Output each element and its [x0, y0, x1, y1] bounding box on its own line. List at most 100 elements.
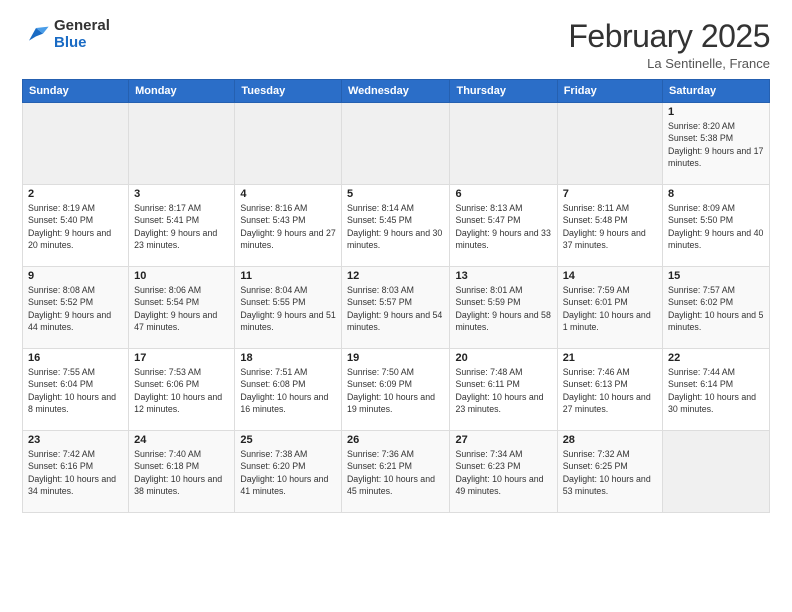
table-row: [23, 103, 129, 185]
day-info: Sunrise: 7:34 AM Sunset: 6:23 PM Dayligh…: [455, 448, 551, 497]
table-row: [341, 103, 450, 185]
day-number: 5: [347, 188, 445, 200]
calendar-week-2: 9 Sunrise: 8:08 AM Sunset: 5:52 PM Daylig…: [23, 267, 770, 349]
day-info: Sunrise: 8:06 AM Sunset: 5:54 PM Dayligh…: [134, 284, 229, 333]
day-number: 21: [563, 352, 657, 364]
table-row: 14Sunrise: 7:59 AM Sunset: 6:01 PM Dayli…: [557, 267, 662, 349]
table-row: 17 Sunrise: 7:53 AM Sunset: 6:06 PM Dayli…: [129, 349, 235, 431]
col-sunday: Sunday: [23, 80, 129, 103]
day-info: Sunrise: 7:48 AM Sunset: 6:11 PM Dayligh…: [455, 366, 551, 415]
day-info: Sunrise: 8:08 AM Sunset: 5:52 PM Dayligh…: [28, 284, 123, 333]
day-number: 9: [28, 270, 123, 282]
table-row: 22 Sunrise: 7:44 AM Sunset: 6:14 PM Dayli…: [663, 349, 770, 431]
day-number: 3: [134, 188, 229, 200]
col-tuesday: Tuesday: [235, 80, 342, 103]
day-info: Sunrise: 8:11 AM Sunset: 5:48 PM Dayligh…: [563, 202, 657, 251]
table-row: 27Sunrise: 7:34 AM Sunset: 6:23 PM Dayli…: [450, 431, 557, 513]
col-wednesday: Wednesday: [341, 80, 450, 103]
table-row: 18 Sunrise: 7:51 AM Sunset: 6:08 PM Dayli…: [235, 349, 342, 431]
month-title: February 2025: [568, 18, 770, 55]
day-info: Sunrise: 7:36 AM Sunset: 6:21 PM Dayligh…: [347, 448, 445, 497]
table-row: 6Sunrise: 8:13 AM Sunset: 5:47 PM Daylig…: [450, 185, 557, 267]
table-row: 11 Sunrise: 8:04 AM Sunset: 5:55 PM Dayli…: [235, 267, 342, 349]
day-number: 28: [563, 434, 657, 446]
day-number: 17: [134, 352, 229, 364]
day-number: 11: [240, 270, 336, 282]
day-number: 10: [134, 270, 229, 282]
day-info: Sunrise: 8:19 AM Sunset: 5:40 PM Dayligh…: [28, 202, 123, 251]
table-row: 15 Sunrise: 7:57 AM Sunset: 6:02 PM Dayli…: [663, 267, 770, 349]
day-info: Sunrise: 7:50 AM Sunset: 6:09 PM Dayligh…: [347, 366, 445, 415]
table-row: [450, 103, 557, 185]
day-info: Sunrise: 7:51 AM Sunset: 6:08 PM Dayligh…: [240, 366, 336, 415]
table-row: 9 Sunrise: 8:08 AM Sunset: 5:52 PM Daylig…: [23, 267, 129, 349]
col-saturday: Saturday: [663, 80, 770, 103]
table-row: 26 Sunrise: 7:36 AM Sunset: 6:21 PM Dayli…: [341, 431, 450, 513]
col-monday: Monday: [129, 80, 235, 103]
logo-general: General: [54, 18, 110, 35]
day-number: 18: [240, 352, 336, 364]
table-row: 24Sunrise: 7:40 AM Sunset: 6:18 PM Dayli…: [129, 431, 235, 513]
calendar: Sunday Monday Tuesday Wednesday Thursday…: [22, 79, 770, 513]
day-number: 19: [347, 352, 445, 364]
day-number: 23: [28, 434, 123, 446]
day-info: Sunrise: 8:20 AM Sunset: 5:38 PM Dayligh…: [668, 120, 764, 169]
day-number: 4: [240, 188, 336, 200]
day-number: 8: [668, 188, 764, 200]
day-info: Sunrise: 8:14 AM Sunset: 5:45 PM Dayligh…: [347, 202, 445, 251]
day-number: 22: [668, 352, 764, 364]
table-row: 5 Sunrise: 8:14 AM Sunset: 5:45 PM Daylig…: [341, 185, 450, 267]
table-row: 13 Sunrise: 8:01 AM Sunset: 5:59 PM Dayli…: [450, 267, 557, 349]
calendar-header-row: Sunday Monday Tuesday Wednesday Thursday…: [23, 80, 770, 103]
table-row: [663, 431, 770, 513]
day-info: Sunrise: 7:59 AM Sunset: 6:01 PM Dayligh…: [563, 284, 657, 333]
table-row: [557, 103, 662, 185]
day-number: 7: [563, 188, 657, 200]
table-row: 28 Sunrise: 7:32 AM Sunset: 6:25 PM Dayli…: [557, 431, 662, 513]
logo: General Blue: [22, 18, 110, 51]
day-info: Sunrise: 7:38 AM Sunset: 6:20 PM Dayligh…: [240, 448, 336, 497]
table-row: 12 Sunrise: 8:03 AM Sunset: 5:57 PM Dayli…: [341, 267, 450, 349]
day-number: 13: [455, 270, 551, 282]
table-row: 4Sunrise: 8:16 AM Sunset: 5:43 PM Daylig…: [235, 185, 342, 267]
location: La Sentinelle, France: [568, 56, 770, 71]
table-row: [235, 103, 342, 185]
logo-blue: Blue: [54, 35, 110, 52]
page: General Blue February 2025 La Sentinelle…: [0, 0, 792, 612]
logo-bird-icon: [22, 21, 50, 49]
calendar-week-0: 1 Sunrise: 8:20 AM Sunset: 5:38 PM Daylig…: [23, 103, 770, 185]
day-info: Sunrise: 7:44 AM Sunset: 6:14 PM Dayligh…: [668, 366, 764, 415]
table-row: 8Sunrise: 8:09 AM Sunset: 5:50 PM Daylig…: [663, 185, 770, 267]
day-number: 20: [455, 352, 551, 364]
table-row: 7 Sunrise: 8:11 AM Sunset: 5:48 PM Daylig…: [557, 185, 662, 267]
table-row: [129, 103, 235, 185]
day-number: 26: [347, 434, 445, 446]
day-info: Sunrise: 7:57 AM Sunset: 6:02 PM Dayligh…: [668, 284, 764, 333]
day-number: 16: [28, 352, 123, 364]
day-number: 25: [240, 434, 336, 446]
day-info: Sunrise: 7:53 AM Sunset: 6:06 PM Dayligh…: [134, 366, 229, 415]
day-number: 6: [455, 188, 551, 200]
table-row: 10 Sunrise: 8:06 AM Sunset: 5:54 PM Dayli…: [129, 267, 235, 349]
table-row: 21 Sunrise: 7:46 AM Sunset: 6:13 PM Dayli…: [557, 349, 662, 431]
calendar-week-4: 23Sunrise: 7:42 AM Sunset: 6:16 PM Dayli…: [23, 431, 770, 513]
header: General Blue February 2025 La Sentinelle…: [22, 18, 770, 71]
table-row: 20 Sunrise: 7:48 AM Sunset: 6:11 PM Dayli…: [450, 349, 557, 431]
day-info: Sunrise: 8:03 AM Sunset: 5:57 PM Dayligh…: [347, 284, 445, 333]
table-row: 1 Sunrise: 8:20 AM Sunset: 5:38 PM Daylig…: [663, 103, 770, 185]
day-number: 15: [668, 270, 764, 282]
table-row: 16Sunrise: 7:55 AM Sunset: 6:04 PM Dayli…: [23, 349, 129, 431]
day-number: 12: [347, 270, 445, 282]
day-info: Sunrise: 8:17 AM Sunset: 5:41 PM Dayligh…: [134, 202, 229, 251]
calendar-week-1: 2Sunrise: 8:19 AM Sunset: 5:40 PM Daylig…: [23, 185, 770, 267]
day-info: Sunrise: 7:32 AM Sunset: 6:25 PM Dayligh…: [563, 448, 657, 497]
col-thursday: Thursday: [450, 80, 557, 103]
col-friday: Friday: [557, 80, 662, 103]
table-row: 23Sunrise: 7:42 AM Sunset: 6:16 PM Dayli…: [23, 431, 129, 513]
day-number: 1: [668, 106, 764, 118]
day-info: Sunrise: 8:01 AM Sunset: 5:59 PM Dayligh…: [455, 284, 551, 333]
logo-text: General Blue: [54, 18, 110, 51]
day-info: Sunrise: 7:46 AM Sunset: 6:13 PM Dayligh…: [563, 366, 657, 415]
day-info: Sunrise: 8:04 AM Sunset: 5:55 PM Dayligh…: [240, 284, 336, 333]
table-row: 2Sunrise: 8:19 AM Sunset: 5:40 PM Daylig…: [23, 185, 129, 267]
